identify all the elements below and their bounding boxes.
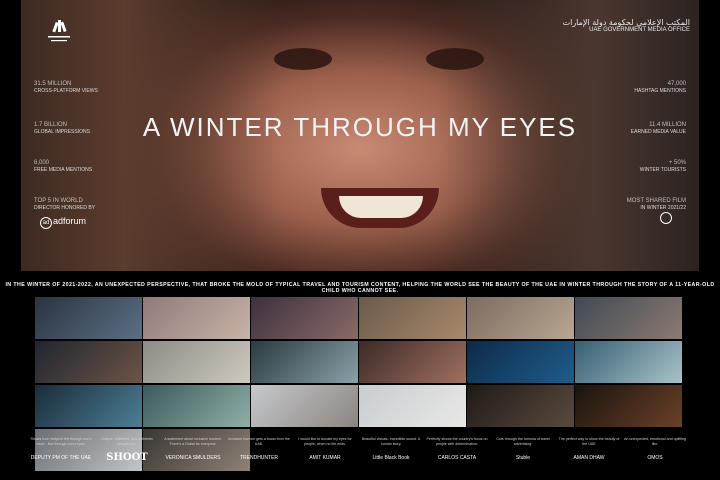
quote-text: Cuts through the formula of travel adver… <box>496 437 550 446</box>
adforum-icon: ad <box>40 217 52 229</box>
thumbnail-grid <box>35 297 685 471</box>
campaign-description: IN THE WINTER OF 2021-2022, AN UNEXPECTE… <box>5 282 715 294</box>
quote-source: DEPUTY PM OF THE UAE <box>30 455 92 461</box>
quote-text: The perfect way to show the beauty of th… <box>558 437 620 446</box>
stat-left-0: 31.5 MILLION CROSS-PLATFORM VIEWS <box>34 81 114 95</box>
thumbnail-10 <box>467 341 574 383</box>
thumbnail-16 <box>467 385 574 427</box>
stat-left-3: TOP 5 IN WORLD DIRECTOR HONORED BY <box>34 198 114 212</box>
thumbnail-5 <box>575 297 682 339</box>
stat-number: MOST SHARED FILM <box>626 198 686 204</box>
quote-text: Perfectly shows the country's focus on p… <box>426 437 488 446</box>
stat-label: WINTER TOURISTS <box>639 167 686 173</box>
stat-number: 11.4 MILLION <box>649 122 686 128</box>
press-quote-4: I would like to donate my eyes for peopl… <box>294 437 356 461</box>
thumbnail-6 <box>35 341 142 383</box>
thumbnail-14 <box>251 385 358 427</box>
gov-logo-arabic: المكتب الإعلامي لحكومة دولة الإمارات <box>562 18 690 27</box>
quote-text: Shows how malya is felt through one's he… <box>30 437 92 446</box>
right-eye <box>426 48 484 70</box>
stat-label: EARNED MEDIA VALUE <box>630 129 686 135</box>
quote-source: TRENDHUNTER <box>239 455 279 461</box>
press-quote-5: Beautiful visuals. Incredible sound. A h… <box>360 437 422 461</box>
press-quote-1: Unique, unfiltered, and authentic perspe… <box>96 437 158 463</box>
quote-source: Little Black Book <box>372 455 410 461</box>
stat-label: IN WINTER 2021/22 <box>640 205 686 211</box>
thumbnail-2 <box>251 297 358 339</box>
press-quote-7: Cuts through the formula of travel adver… <box>492 437 554 461</box>
quote-source: OMOS <box>647 455 663 461</box>
teeth <box>339 196 423 218</box>
stat-number: + 50% <box>668 160 686 166</box>
stat-left-1: 1.7 BILLION GLOBAL IMPRESSIONS <box>34 122 114 136</box>
quote-source: VERONICA SMULDERS <box>165 455 221 461</box>
adforum-label: adforum <box>53 216 87 226</box>
press-quote-6: Perfectly shows the country's focus on p… <box>426 437 488 461</box>
gov-logo-english: UAE GOVERNMENT MEDIA OFFICE <box>589 27 690 33</box>
quote-text: I would like to donate my eyes for peopl… <box>298 437 352 446</box>
thumbnail-3 <box>359 297 466 339</box>
thumbnail-17 <box>575 385 682 427</box>
thumbnail-12 <box>35 385 142 427</box>
left-eye <box>274 48 332 70</box>
whatsapp-icon <box>660 212 672 224</box>
quote-text: Unique, unfiltered, and authentic perspe… <box>101 437 153 446</box>
adforum-logo: ad adforum <box>40 216 86 229</box>
stat-left-2: 6,000 FREE MEDIA MENTIONS <box>34 160 114 174</box>
stat-right-3: MOST SHARED FILM IN WINTER 2021/22 <box>606 198 686 212</box>
stat-number: 31.5 MILLION <box>34 81 72 87</box>
thumbnail-0 <box>35 297 142 339</box>
quote-source: CARLOS CASTA <box>437 455 477 461</box>
stat-label: FREE MEDIA MENTIONS <box>34 167 93 173</box>
quote-text: A statement about inclusive tourism. The… <box>164 437 222 446</box>
press-quotes: Shows how malya is felt through one's he… <box>30 437 690 473</box>
stat-right-0: 47,000 HASHTAG MENTIONS <box>606 81 686 95</box>
quote-source: Stuble <box>515 455 531 461</box>
thumbnail-7 <box>143 341 250 383</box>
press-quote-9: An unexpected, emotional and uplifting f… <box>624 437 686 461</box>
gov-media-office-logo: المكتب الإعلامي لحكومة دولة الإمارات UAE… <box>563 18 690 33</box>
quote-text: Beautiful visuals. Incredible sound. A h… <box>361 437 421 446</box>
stat-number: TOP 5 IN WORLD <box>34 198 83 204</box>
press-quote-2: A statement about inclusive tourism. The… <box>162 437 224 461</box>
press-quote-0: Shows how malya is felt through one's he… <box>30 437 92 461</box>
stat-label: CROSS-PLATFORM VIEWS <box>34 88 98 94</box>
stat-number: 1.7 BILLION <box>34 122 68 128</box>
stat-number: 47,000 <box>667 81 686 87</box>
thumbnail-8 <box>251 341 358 383</box>
stat-label: DIRECTOR HONORED BY <box>34 205 96 211</box>
stat-right-1: 11.4 MILLION EARNED MEDIA VALUE <box>606 122 686 136</box>
quote-source: AMAN DHAW <box>573 455 605 461</box>
quote-text: An unexpected, emotional and uplifting f… <box>624 437 686 446</box>
uae-emblem-logo <box>48 20 70 42</box>
stat-label: HASHTAG MENTIONS <box>634 88 686 94</box>
thumbnail-4 <box>467 297 574 339</box>
stat-label: GLOBAL IMPRESSIONS <box>34 129 90 135</box>
thumbnail-1 <box>143 297 250 339</box>
thumbnail-11 <box>575 341 682 383</box>
stat-number: 6,000 <box>34 160 50 166</box>
quote-source: SHOOT <box>106 452 148 463</box>
press-quote-3: Inclusive tourism gets a boost from the … <box>228 437 290 461</box>
thumbnail-13 <box>143 385 250 427</box>
quote-text: Inclusive tourism gets a boost from the … <box>228 437 290 446</box>
quote-source: AMIT KUMAR <box>309 455 341 461</box>
thumbnail-9 <box>359 341 466 383</box>
thumbnail-15 <box>359 385 466 427</box>
press-quote-8: The perfect way to show the beauty of th… <box>558 437 620 461</box>
stat-right-2: + 50% WINTER TOURISTS <box>606 160 686 174</box>
